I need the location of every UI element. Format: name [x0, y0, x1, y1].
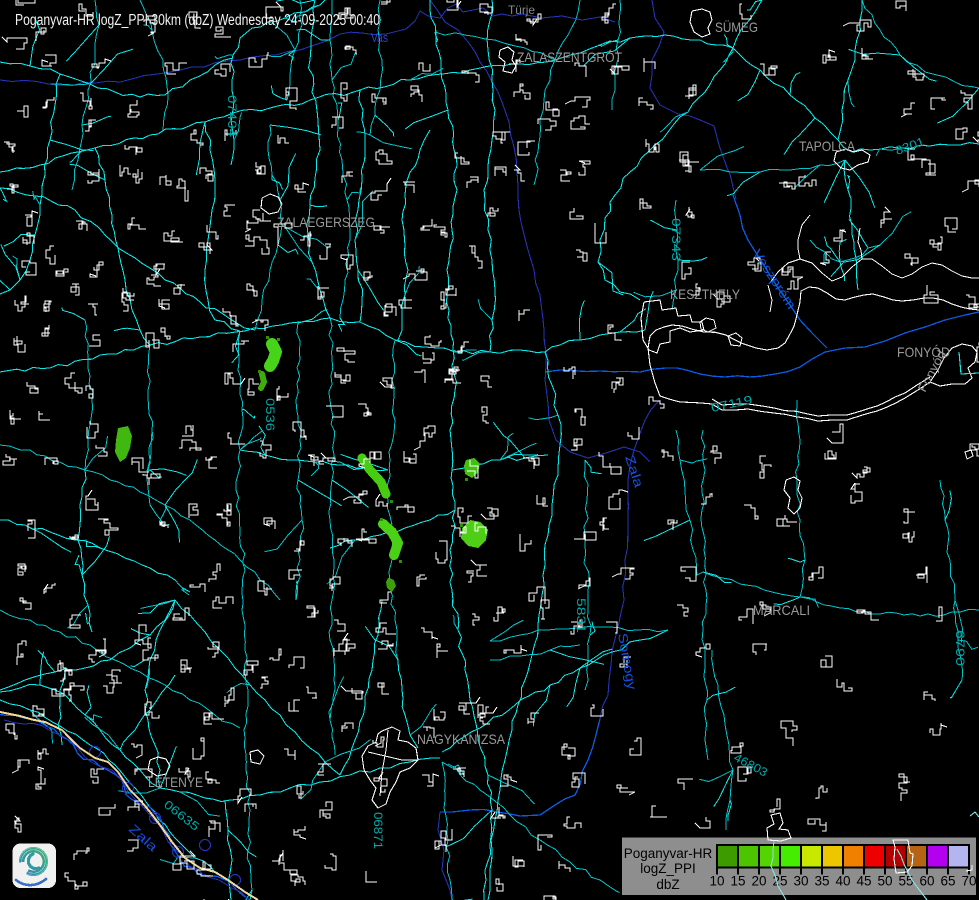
svg-text:07404: 07404 — [225, 95, 239, 137]
svg-text:35: 35 — [814, 874, 829, 889]
svg-text:10: 10 — [709, 874, 724, 889]
svg-text:Vas: Vas — [371, 31, 388, 45]
svg-text:ZALAEGERSZEG: ZALAEGERSZEG — [277, 214, 375, 230]
svg-text:LETENYE: LETENYE — [148, 774, 203, 790]
svg-text:07343: 07343 — [669, 218, 683, 261]
svg-text:40: 40 — [835, 874, 850, 889]
svg-text:ZALASZENTGRÓT: ZALASZENTGRÓT — [517, 49, 622, 65]
svg-text:MARCALI: MARCALI — [753, 602, 810, 618]
svg-text:0536: 0536 — [263, 398, 277, 431]
svg-text:06871: 06871 — [371, 812, 385, 849]
svg-text:SÜMEG: SÜMEG — [715, 18, 758, 35]
svg-text:Türje: Türje — [508, 3, 535, 17]
svg-text:20: 20 — [751, 874, 766, 889]
svg-text:55: 55 — [898, 874, 913, 889]
svg-text:Poganyvar-HR: Poganyvar-HR — [624, 846, 713, 861]
svg-text:TAPOLCA: TAPOLCA — [799, 138, 856, 154]
svg-text:logZ_PPI: logZ_PPI — [640, 861, 696, 876]
svg-text:60: 60 — [919, 874, 934, 889]
svg-text:30: 30 — [793, 874, 808, 889]
svg-text:KESZTHELY: KESZTHELY — [670, 286, 741, 302]
svg-text:50: 50 — [877, 874, 892, 889]
svg-text:NAGYKANIZSA: NAGYKANIZSA — [417, 731, 506, 747]
svg-text:dbZ: dbZ — [656, 877, 679, 892]
svg-text:15: 15 — [730, 874, 745, 889]
svg-text:65: 65 — [940, 874, 955, 889]
svg-text:5831: 5831 — [574, 598, 588, 633]
svg-text:Poganyvar-HR logZ_PPI 30km (db: Poganyvar-HR logZ_PPI 30km (dbZ) Wednesd… — [15, 12, 380, 29]
svg-text:6790: 6790 — [953, 630, 967, 666]
svg-text:45: 45 — [856, 874, 871, 889]
svg-text:70: 70 — [961, 874, 976, 889]
